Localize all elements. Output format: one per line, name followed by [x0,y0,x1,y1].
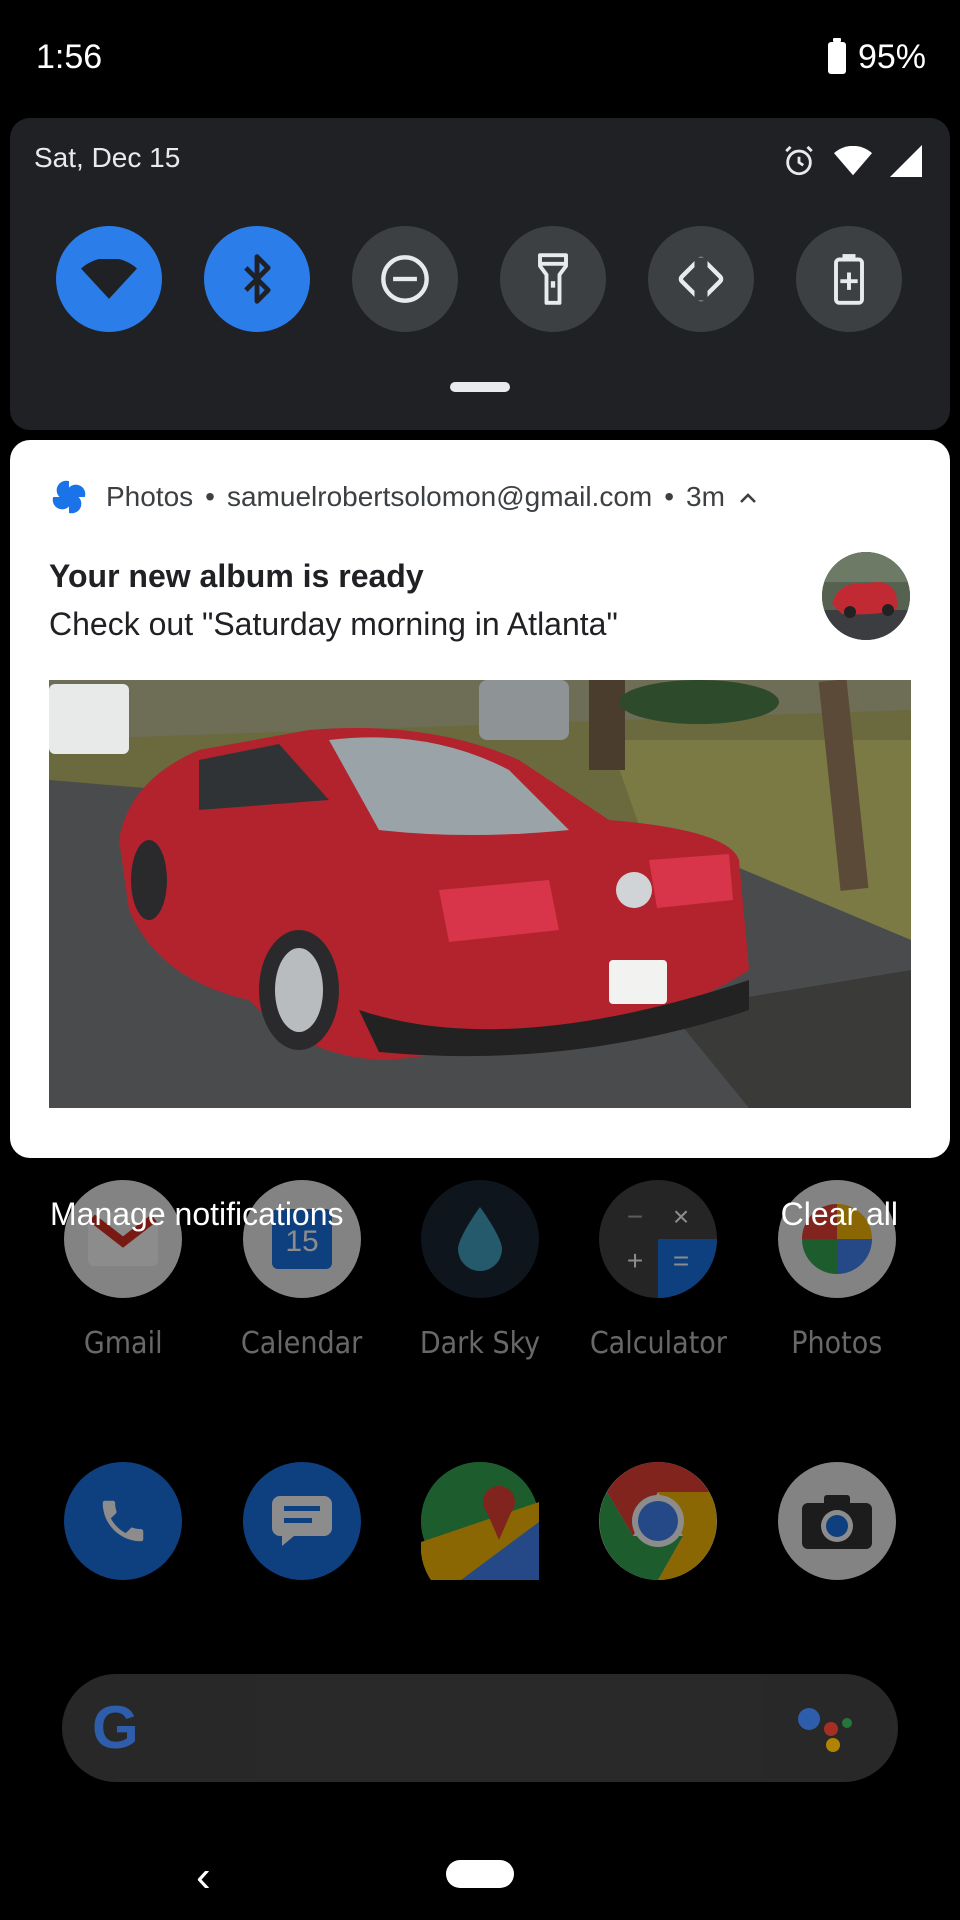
manage-notifications-button[interactable]: Manage notifications [50,1196,344,1233]
google-g-icon: G [92,1694,139,1761]
home-button[interactable] [446,1860,514,1888]
wifi-tile[interactable] [56,226,162,332]
battery-icon [827,37,846,74]
flashlight-icon [538,253,568,305]
battery-saver-icon [834,254,864,305]
quick-settings-tiles [56,226,902,332]
wifi-status-icon [834,146,872,176]
app-label: Gmail [83,1326,163,1361]
clock: 1:56 [36,38,103,76]
separator: • [664,481,675,512]
assistant-icon[interactable] [798,1708,858,1752]
notification-text: Check out "Saturday morning in Atlanta" [49,606,618,642]
quick-settings-panel: Sat, Dec 15 [10,118,950,430]
camera-icon[interactable] [777,1462,896,1580]
alarm-icon [785,145,813,176]
photos-notification[interactable]: Photos • samuelrobertsolomon@gmail.com •… [10,440,950,1158]
collapse-chevron-icon[interactable] [739,484,757,510]
app-label: Calendar [240,1326,363,1361]
signal-icon [890,145,922,177]
date-label: Sat, Dec 15 [34,142,181,173]
notification-header: Photos • samuelrobertsolomon@gmail.com •… [50,478,757,516]
app-label: Photos [791,1326,883,1361]
google-search-bar[interactable]: G [62,1674,898,1782]
qs-status-icons [782,144,922,178]
app-label: Calculator [589,1326,727,1361]
notification-app-name: Photos [106,481,194,512]
separator: • [205,481,215,512]
notification-actions: Manage notifications Clear all [0,1196,960,1246]
notification-title: Your new album is ready [49,558,424,594]
flashlight-tile[interactable] [500,226,606,332]
dnd-tile[interactable] [352,226,458,332]
rotate-icon [678,256,724,302]
notification-time: 3m [686,481,725,512]
status-right: 95% [827,37,926,77]
bluetooth-tile[interactable] [204,226,310,332]
status-bar: 1:56 95% [0,0,960,118]
dock [0,1462,960,1580]
do-not-disturb-icon [381,255,429,303]
messages-icon[interactable] [242,1462,361,1580]
wifi-icon [81,259,137,299]
album-thumbnail [822,552,910,640]
battery-level: 95% [857,38,926,76]
album-preview-image[interactable] [49,680,911,1108]
phone-icon[interactable] [64,1462,183,1580]
drag-handle[interactable] [450,382,510,392]
notification-account: samuelrobertsolomon@gmail.com [226,481,653,512]
chrome-icon[interactable] [599,1462,718,1580]
autorotate-tile[interactable] [648,226,754,332]
navigation-bar: ‹ [0,1840,960,1920]
svg-text:+: + [627,1245,643,1276]
battery-saver-tile[interactable] [796,226,902,332]
app-label: Dark Sky [419,1326,541,1361]
clear-all-button[interactable]: Clear all [781,1196,898,1233]
back-icon[interactable]: ‹ [196,1852,211,1902]
svg-text:=: = [673,1245,689,1276]
photos-app-icon [50,478,88,516]
bluetooth-icon [244,254,271,304]
maps-icon[interactable] [420,1462,539,1580]
